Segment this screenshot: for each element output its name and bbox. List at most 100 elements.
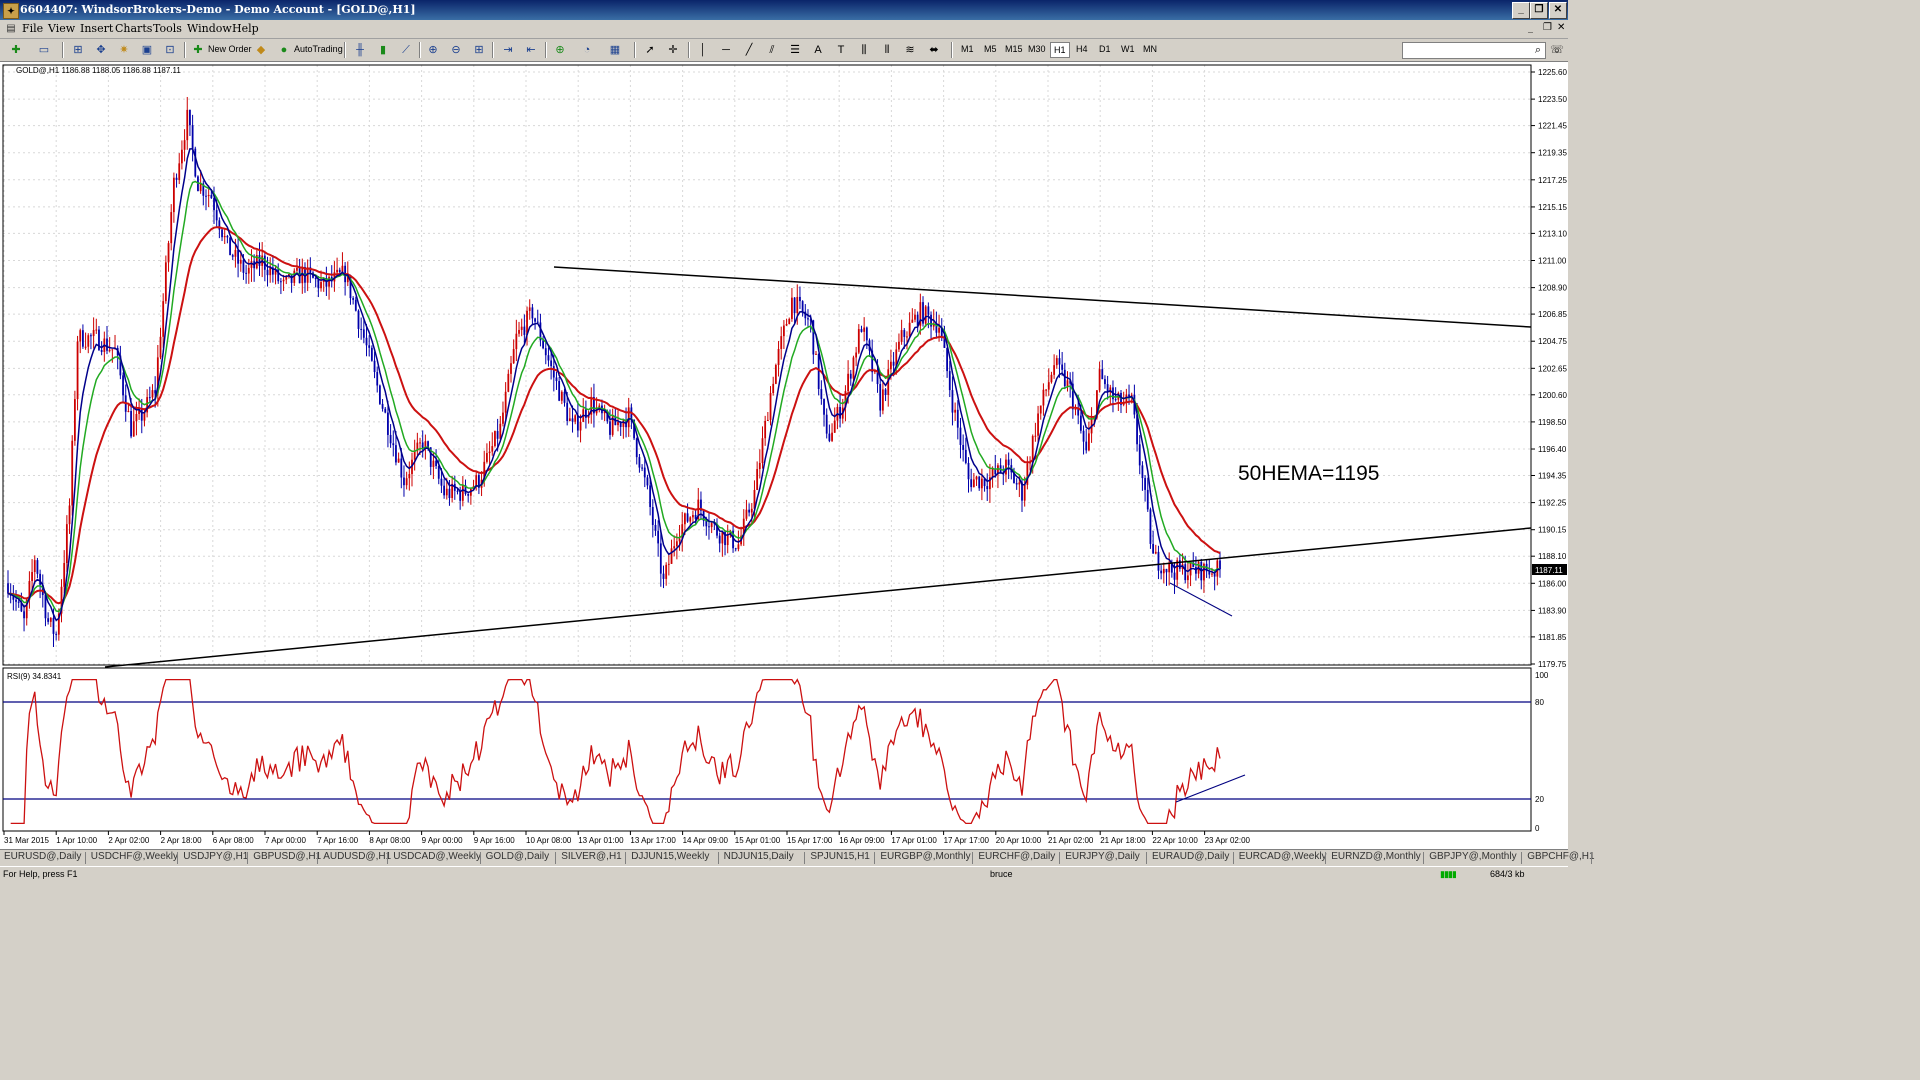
chart-tab[interactable]: DJJUN15,Weekly [631, 851, 709, 862]
candle-up [750, 508, 753, 513]
channel-icon[interactable]: ⫽ [764, 42, 780, 58]
timeframe-m5[interactable]: M5 [984, 44, 997, 54]
candle-down [1015, 483, 1018, 485]
chart-tab[interactable]: EURJPY@,Daily [1065, 851, 1140, 862]
timeframe-m30[interactable]: M30 [1028, 44, 1046, 54]
maximize-button[interactable]: ❐ [1530, 2, 1548, 19]
chart-tab[interactable]: AUDUSD@,H1 [323, 851, 391, 862]
chart-tab[interactable]: USDJPY@,H1 [183, 851, 248, 862]
timeframe-d1[interactable]: D1 [1099, 44, 1111, 54]
chart-tab[interactable]: SPJUN15,H1 [810, 851, 869, 862]
fib-fan-icon[interactable]: ≋ [902, 42, 918, 58]
chart-tab[interactable]: USDCAD@,Weekly [393, 851, 481, 862]
templates-icon[interactable]: ▦ [607, 42, 623, 58]
profiles-icon[interactable]: ▭ [36, 42, 52, 58]
menu-charts[interactable]: Charts [115, 22, 152, 35]
chart-tab[interactable]: GBPJPY@,Monthly [1429, 851, 1516, 862]
timeframe-m1[interactable]: M1 [961, 44, 974, 54]
auto-scroll-icon[interactable]: ⇥ [500, 42, 516, 58]
vertical-line-icon[interactable]: │ [695, 42, 711, 58]
candle-up [504, 391, 507, 413]
horizontal-line-icon[interactable]: ─ [718, 42, 734, 58]
market-watch-icon[interactable]: ⊞ [70, 42, 86, 58]
search-icon[interactable]: ⌕ [1530, 42, 1546, 58]
line-chart-icon[interactable]: ⟋ [398, 42, 414, 58]
menu-insert[interactable]: Insert [80, 22, 113, 35]
chart-tab[interactable]: EURAUD@,Daily [1152, 851, 1229, 862]
chart-tab[interactable]: SILVER@,H1 [561, 851, 622, 862]
chart-tab[interactable]: GBPUSD@,H1 [253, 851, 321, 862]
menu-tools[interactable]: Tools [153, 22, 182, 35]
periods-icon[interactable]: ◔ [579, 42, 595, 58]
autotrading-button[interactable]: AutoTrading [294, 44, 343, 54]
close-button[interactable]: ✕ [1549, 2, 1567, 19]
search-input[interactable] [1402, 42, 1546, 59]
mdi-close-icon[interactable]: ✕ [1557, 22, 1565, 33]
autotrading-icon[interactable]: ● [276, 42, 292, 58]
trendline-icon[interactable]: ╱ [741, 42, 757, 58]
timeframe-mn[interactable]: MN [1143, 44, 1157, 54]
bar-chart-icon[interactable]: ╫ [352, 42, 368, 58]
chart-tab[interactable]: GBPCHF@,H1 [1527, 851, 1594, 862]
new-order-icon[interactable]: ✚ [190, 42, 206, 58]
gann-icon[interactable]: ⫼ [856, 42, 872, 58]
timeframe-h1[interactable]: H1 [1050, 42, 1070, 58]
minimize-button[interactable]: _ [1512, 2, 1530, 19]
text-icon[interactable]: A [810, 42, 826, 58]
chart-shift-icon[interactable]: ⇤ [523, 42, 539, 58]
candle-down [865, 327, 868, 341]
price-chart[interactable]: 1225.60 1223.50 1221.45 1219.35 1217.25 1215.… [0, 62, 1568, 849]
ema-fast-line [7, 148, 1221, 622]
zoom-out-icon[interactable]: ⊖ [448, 42, 464, 58]
new-chart-icon[interactable]: ✚ [8, 42, 24, 58]
chart-window[interactable]: 1225.60 1223.50 1221.45 1219.35 1217.25 1215.… [0, 62, 1568, 849]
chart-tab[interactable]: EURCAD@,Weekly [1239, 851, 1327, 862]
candle-down [1063, 369, 1066, 387]
candle-down [427, 441, 429, 448]
chart-tab[interactable]: USDCHF@,Weekly [91, 851, 178, 862]
chart-tab[interactable]: EURGBP@,Monthly [880, 851, 970, 862]
menu-window[interactable]: Window [187, 22, 232, 35]
metaeditor-icon[interactable]: ◆ [253, 42, 269, 58]
candle-up [515, 333, 518, 350]
arrows-icon[interactable]: ⬌ [926, 42, 942, 58]
timeframe-w1[interactable]: W1 [1121, 44, 1135, 54]
candle-down [657, 530, 660, 544]
mdi-minimize-icon[interactable]: _ [1528, 22, 1533, 33]
cycle-lines-icon[interactable]: ⫴ [879, 42, 895, 58]
strategy-tester-icon[interactable]: ⊡ [162, 42, 178, 58]
chart-tab[interactable]: EURNZD@,Monthly [1331, 851, 1421, 862]
timeframe-h4[interactable]: H4 [1076, 44, 1088, 54]
fibonacci-icon[interactable]: ☰ [787, 42, 803, 58]
navigator-icon[interactable]: ✷ [116, 42, 132, 58]
tab-separator [247, 852, 249, 864]
candle-up [1098, 369, 1101, 391]
candle-up [181, 149, 183, 164]
candle-down [544, 348, 547, 356]
chart-tab[interactable]: EURCHF@,Daily [978, 851, 1055, 862]
terminal-icon[interactable]: ▣ [139, 42, 155, 58]
candle-up [627, 407, 630, 428]
candle-down [799, 296, 801, 302]
candle-up [1023, 484, 1026, 501]
cursor-icon[interactable]: ➚ [642, 42, 658, 58]
mdi-restore-icon[interactable]: ❐ [1543, 22, 1552, 33]
candlestick-icon[interactable]: ▮ [375, 42, 391, 58]
crosshair-icon[interactable]: ✛ [665, 42, 681, 58]
menu-file[interactable]: File [22, 22, 43, 35]
chart-tab[interactable]: NDJUN15,Daily [724, 851, 794, 862]
menu-view[interactable]: View [48, 22, 75, 35]
new-order-button[interactable]: New Order [208, 44, 252, 54]
tile-windows-icon[interactable]: ⊞ [471, 42, 487, 58]
indicators-icon[interactable]: ⊕ [552, 42, 568, 58]
menu-help[interactable]: Help [232, 22, 259, 35]
zoom-in-icon[interactable]: ⊕ [425, 42, 441, 58]
timeframe-m15[interactable]: M15 [1005, 44, 1023, 54]
community-icon[interactable]: ☏ [1549, 42, 1565, 58]
text-label-icon[interactable]: T [833, 42, 849, 58]
chart-tab[interactable]: GOLD@,Daily [486, 851, 550, 862]
candle-down [978, 476, 981, 489]
data-window-icon[interactable]: ✥ [93, 42, 109, 58]
chart-tab[interactable]: EURUSD@,Daily [4, 851, 81, 862]
time-tick-label: 13 Apr 17:00 [630, 836, 676, 845]
